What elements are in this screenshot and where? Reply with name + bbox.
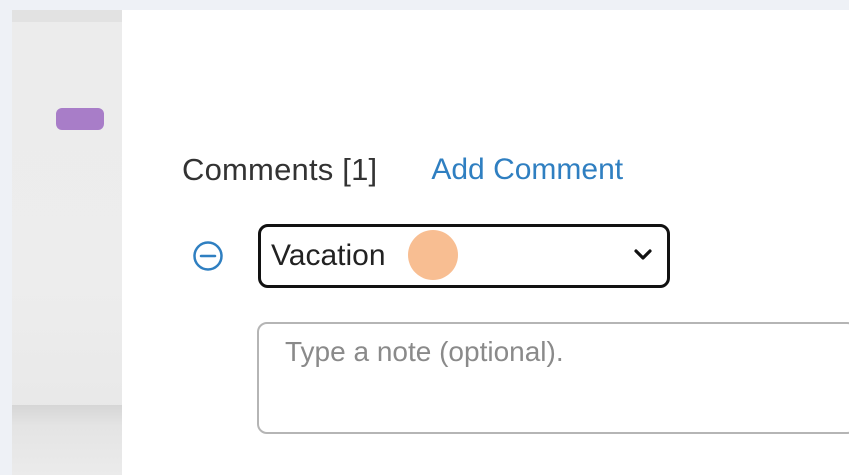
sidebar-bottom-band	[12, 405, 122, 475]
comments-header: Comments [1] Add Comment	[182, 150, 623, 190]
left-sidebar	[12, 10, 122, 475]
left-edge	[0, 0, 12, 475]
add-comment-link[interactable]: Add Comment	[431, 153, 623, 187]
comments-panel: Comments [1] Add Comment Vacation	[122, 10, 849, 475]
comment-type-select[interactable]: Vacation	[258, 224, 670, 288]
chevron-down-icon	[633, 247, 653, 263]
comment-note-input[interactable]	[257, 322, 849, 434]
comments-title: Comments [1]	[182, 152, 378, 187]
sidebar-top-band	[12, 10, 122, 22]
minus-circle-icon[interactable]	[192, 240, 224, 272]
status-badge	[56, 108, 104, 130]
comment-type-value: Vacation	[271, 239, 386, 272]
